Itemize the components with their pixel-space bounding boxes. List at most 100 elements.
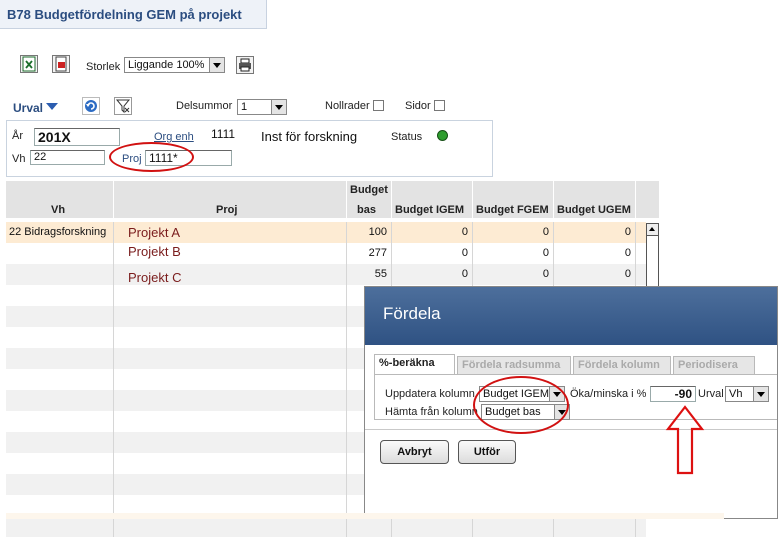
header-vh-label: Vh <box>51 204 66 216</box>
header-budget-ugem[interactable]: Budget UGEM <box>554 181 636 218</box>
footer-strip <box>6 513 724 519</box>
urval-toggle-icon[interactable] <box>46 103 58 110</box>
hamta-label: Hämta från kolumn <box>385 406 478 418</box>
print-button[interactable] <box>236 56 254 74</box>
tab-percent[interactable]: %-beräkna <box>374 354 455 374</box>
storlek-label: Storlek <box>86 61 121 73</box>
chevron-down-icon <box>271 100 286 114</box>
print-icon <box>239 58 251 72</box>
dialog-title: Fördela <box>383 304 441 323</box>
empty-cell <box>6 390 114 411</box>
header-vh[interactable]: Vh <box>6 181 114 218</box>
table-row[interactable]: Projekt C 55 0 0 0 <box>6 264 646 285</box>
cell-budget-fgem[interactable]: 0 <box>473 243 554 264</box>
empty-cell <box>114 348 347 369</box>
cell-budget-bas[interactable]: 277 <box>347 243 392 264</box>
execute-button[interactable]: Utför <box>458 440 516 464</box>
cell-proj: Projekt B <box>114 243 347 264</box>
page-title: B78 Budgetfördelning GEM på projekt <box>7 7 242 22</box>
orgenh-input[interactable]: 1111 <box>207 126 257 142</box>
cell-budget-ugem[interactable]: 0 <box>554 243 636 264</box>
orgenh-link[interactable]: Org enh <box>154 131 194 143</box>
page-title-bar: B78 Budgetfördelning GEM på projekt <box>0 0 267 29</box>
urval-dialog-select[interactable]: Vh <box>725 386 769 402</box>
cell-budget-ugem[interactable]: 0 <box>554 222 636 243</box>
pdf-export-button[interactable] <box>52 55 70 73</box>
urval-dialog-select-value: Vh <box>729 388 743 400</box>
cell-vh <box>6 243 114 264</box>
chevron-down-icon <box>753 387 768 401</box>
filter-button[interactable] <box>114 97 132 115</box>
tab-periodisera[interactable]: Periodisera <box>673 356 755 374</box>
empty-cell <box>6 516 114 537</box>
delsummor-label: Delsummor <box>176 100 233 112</box>
empty-cell <box>114 306 347 327</box>
cell-budget-fgem[interactable]: 0 <box>473 264 554 285</box>
scroll-up-button[interactable] <box>647 224 658 236</box>
header-ugem-label: Budget UGEM <box>557 204 631 216</box>
empty-cell <box>473 516 554 537</box>
orgenh-name: Inst för forskning <box>261 129 358 144</box>
cell-vh <box>6 264 114 285</box>
empty-cell <box>114 516 347 537</box>
chevron-up-icon <box>649 227 655 231</box>
delsummor-select[interactable]: 1 <box>237 99 287 115</box>
empty-cell <box>114 453 347 474</box>
tab-fordela-radsumma[interactable]: Fördela radsumma <box>457 356 571 374</box>
excel-export-button[interactable] <box>20 55 38 73</box>
cell-budget-ugem[interactable]: 0 <box>554 264 636 285</box>
empty-table-row <box>6 516 646 537</box>
oka-input[interactable]: -90 <box>650 386 696 402</box>
empty-cell <box>114 411 347 432</box>
ar-input[interactable]: 201X <box>34 128 120 146</box>
header-budget-bas-line2: bas <box>357 204 376 216</box>
chevron-down-icon <box>209 58 224 72</box>
empty-cell <box>114 390 347 411</box>
cell-budget-bas[interactable]: 55 <box>347 264 392 285</box>
header-scroll-spacer <box>636 181 660 218</box>
dialog-divider <box>365 429 777 430</box>
empty-cell <box>114 432 347 453</box>
empty-cell <box>6 453 114 474</box>
fordela-dialog: Fördela %-beräkna Fördela radsumma Förde… <box>364 286 778 519</box>
cell-budget-igem[interactable]: 0 <box>392 264 473 285</box>
empty-cell <box>6 306 114 327</box>
status-label: Status <box>391 131 423 143</box>
header-fgem-label: Budget FGEM <box>476 204 549 216</box>
sidor-checkbox[interactable] <box>434 100 445 111</box>
nollrader-checkbox[interactable] <box>373 100 384 111</box>
empty-cell <box>6 411 114 432</box>
filter-icon <box>115 99 131 114</box>
tab-fordela-kolumn[interactable]: Fördela kolumn <box>573 356 671 374</box>
cell-budget-bas[interactable]: 100 <box>347 222 392 243</box>
empty-cell <box>114 474 347 495</box>
vh-input[interactable]: 22 <box>30 150 105 165</box>
header-budget-igem[interactable]: Budget IGEM <box>392 181 473 218</box>
empty-cell <box>114 327 347 348</box>
header-proj[interactable]: Proj <box>114 181 347 218</box>
cancel-button[interactable]: Avbryt <box>380 440 449 464</box>
empty-cell <box>554 516 636 537</box>
cell-vh: 22 Bidragsforskning <box>6 222 114 243</box>
cell-budget-igem[interactable]: 0 <box>392 243 473 264</box>
header-budget-bas[interactable]: Budget bas <box>347 181 392 218</box>
header-igem-label: Budget IGEM <box>395 204 465 216</box>
cell-budget-igem[interactable]: 0 <box>392 222 473 243</box>
header-proj-label: Proj <box>216 204 238 216</box>
annotation-circle-columns <box>473 376 569 434</box>
storlek-select[interactable]: Liggande 100% <box>124 57 225 73</box>
empty-cell <box>114 285 347 306</box>
uppdatera-label: Uppdatera kolumn <box>385 388 475 400</box>
urval-dialog-label: Urval <box>698 388 724 400</box>
table-row[interactable]: 22 Bidragsforskning Projekt A 100 0 0 0 <box>6 222 646 243</box>
cell-budget-fgem[interactable]: 0 <box>473 222 554 243</box>
ar-label: År <box>12 130 23 142</box>
header-budget-fgem[interactable]: Budget FGEM <box>473 181 554 218</box>
cell-proj: Projekt C <box>114 264 347 285</box>
empty-cell <box>6 327 114 348</box>
urval-label[interactable]: Urval <box>13 101 43 115</box>
empty-cell <box>6 348 114 369</box>
table-row[interactable]: Projekt B 277 0 0 0 <box>6 243 646 264</box>
refresh-button[interactable] <box>82 97 100 115</box>
empty-cell <box>6 432 114 453</box>
